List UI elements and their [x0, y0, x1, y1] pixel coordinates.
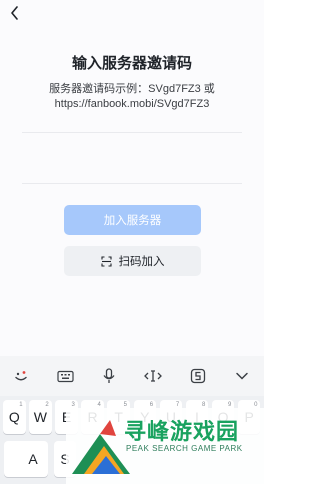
page-title: 输入服务器邀请码	[71, 55, 192, 72]
cursor-move-icon[interactable]	[143, 366, 163, 386]
key-number-hint: 2	[45, 402, 49, 408]
watermark-subtitle: PEAK SEARCH GAME PARK	[126, 444, 243, 453]
key-label: Q	[8, 409, 20, 425]
keyboard-toolbar	[0, 356, 264, 396]
invite-code-hint: 服务器邀请码示例：SVgd7FZ3 或 https://fanbook.mobi…	[20, 82, 244, 112]
scan-to-join-label: 扫码加入	[118, 256, 165, 268]
input-top-divider	[22, 132, 242, 133]
key-number-hint: 1	[19, 402, 23, 408]
scan-icon	[100, 255, 112, 267]
key-w[interactable]: W2	[29, 400, 52, 434]
join-server-label: 加入服务器	[103, 215, 162, 227]
key-a[interactable]: A	[4, 441, 48, 477]
microphone-icon[interactable]	[99, 366, 119, 386]
watermark: 寻峰游戏园 PEAK SEARCH GAME PARK	[66, 408, 264, 484]
key-q[interactable]: Q1	[3, 400, 26, 434]
hint-line-2: https://fanbook.mobi/SVgd7FZ3	[54, 98, 210, 110]
collapse-keyboard-icon[interactable]	[232, 366, 252, 386]
watermark-logo	[72, 420, 130, 474]
back-button[interactable]	[4, 2, 26, 24]
skin-icon[interactable]	[188, 366, 208, 386]
key-a-label: A	[28, 451, 38, 467]
watermark-text: 寻峰游戏园	[124, 419, 240, 444]
scan-to-join-button[interactable]: 扫码加入	[64, 246, 201, 276]
join-server-button[interactable]: 加入服务器	[64, 205, 201, 235]
keyboard-icon[interactable]	[55, 366, 75, 386]
hint-line-1: 服务器邀请码示例：SVgd7FZ3 或	[49, 83, 215, 95]
emoji-icon[interactable]	[11, 366, 31, 386]
key-label: W	[33, 409, 47, 425]
chevron-left-icon	[11, 6, 18, 20]
invite-code-input[interactable]	[22, 134, 246, 184]
input-bottom-divider	[22, 183, 242, 184]
